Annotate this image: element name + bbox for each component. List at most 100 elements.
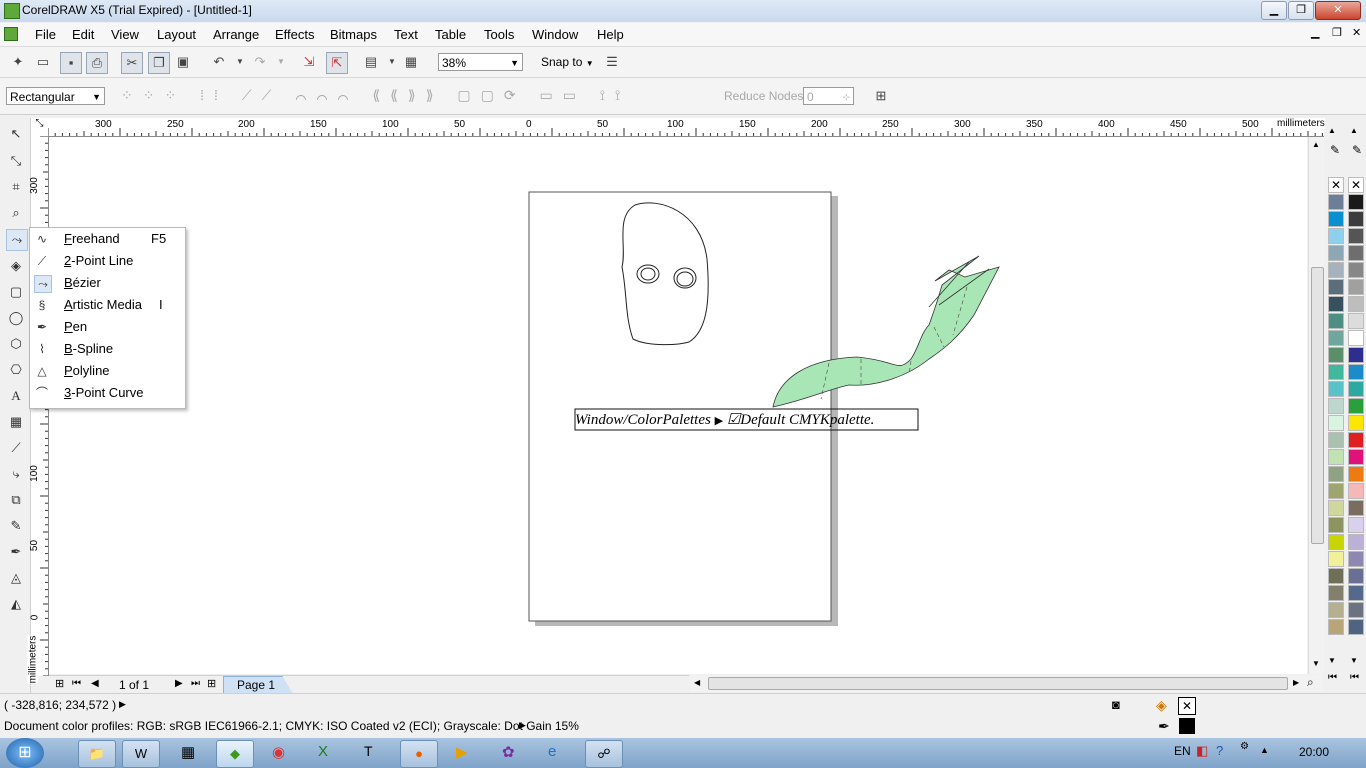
flyout-item-pen[interactable]: ✒ Pen	[30, 316, 185, 338]
color-swatch[interactable]	[1348, 347, 1364, 363]
new-document-icon[interactable]: ✦	[8, 52, 28, 72]
color-swatch[interactable]	[1348, 619, 1364, 635]
tray-options-icon[interactable]: ⚙	[1240, 741, 1249, 752]
tab-page-1[interactable]: Page 1	[223, 676, 293, 694]
options-icon[interactable]: ☰	[602, 52, 622, 72]
color-swatch[interactable]	[1328, 228, 1344, 244]
language-indicator[interactable]: EN	[1174, 744, 1191, 758]
color-swatch[interactable]	[1348, 551, 1364, 567]
basic-shapes-tool-icon[interactable]: ⎔	[6, 360, 26, 380]
export-icon[interactable]: ⇱	[326, 52, 348, 74]
interactive-fill-tool-icon[interactable]: ◭	[6, 594, 26, 614]
connector-tool-icon[interactable]: ⤷	[6, 464, 26, 484]
smart-fill-tool-icon[interactable]: ◈	[6, 256, 26, 276]
last-page-icon[interactable]: ⏭	[191, 678, 200, 689]
undo-dropdown-icon[interactable]: ▼	[230, 52, 250, 72]
taskbar-chrome-icon[interactable]: ◉	[272, 743, 285, 761]
close-button[interactable]: ✕	[1315, 1, 1361, 20]
menu-help[interactable]: Help	[597, 27, 624, 42]
color-swatch[interactable]	[1328, 279, 1344, 295]
color-swatch[interactable]	[1348, 381, 1364, 397]
previous-page-icon[interactable]: ◀	[91, 678, 99, 689]
canvas-caption[interactable]: Window/ColorPalettes ▶ ☑Default CMYKpale…	[575, 410, 874, 429]
menu-table[interactable]: Table	[435, 27, 466, 42]
coreldraw-app-icon[interactable]	[4, 3, 20, 19]
scroll-down-icon[interactable]: ▼	[1312, 659, 1320, 668]
horizontal-scrollbar[interactable]: ◀ ▶ ⌕	[690, 675, 1323, 692]
color-swatch[interactable]	[1348, 194, 1364, 210]
palette2-scroll-up-icon[interactable]: ▲	[1350, 126, 1358, 135]
print-icon[interactable]: ⎙	[86, 52, 108, 74]
color-swatch[interactable]	[1328, 619, 1344, 635]
zoom-level-combo[interactable]: 38% ▼	[438, 53, 523, 71]
ellipse-tool-icon[interactable]: ◯	[6, 308, 26, 328]
horizontal-scroll-thumb[interactable]	[708, 677, 1288, 690]
next-page-icon[interactable]: ▶	[175, 678, 183, 689]
color-swatch[interactable]	[1348, 211, 1364, 227]
flyout-item-b-spline[interactable]: ⌇ B-Spline	[30, 338, 185, 360]
ruler-origin[interactable]: ⤡	[31, 118, 48, 136]
flyout-item-artistic-media[interactable]: § Artistic Media I	[30, 294, 185, 316]
redo-icon[interactable]: ↷	[250, 52, 270, 72]
color-swatch[interactable]	[1328, 466, 1344, 482]
menu-window[interactable]: Window	[532, 27, 578, 42]
add-page-after-icon[interactable]: ⊞	[207, 677, 216, 690]
color-swatch[interactable]	[1328, 551, 1344, 567]
paste-icon[interactable]: ▣	[173, 52, 193, 72]
flyout-item-3-point-curve[interactable]: ⌒ 3-Point Curve	[30, 382, 185, 404]
undo-icon[interactable]: ↶	[209, 52, 229, 72]
color-swatch[interactable]	[1328, 500, 1344, 516]
color-swatch[interactable]	[1328, 534, 1344, 550]
no-color-swatch[interactable]: ✕	[1348, 177, 1364, 193]
zoom-magnifier-icon[interactable]: ⌕	[1307, 675, 1314, 690]
taskbar-coreldraw-icon[interactable]: ◆	[216, 740, 254, 768]
color-swatch[interactable]	[1348, 585, 1364, 601]
color-swatch[interactable]	[1328, 313, 1344, 329]
add-page-before-icon[interactable]: ⊞	[55, 677, 64, 690]
curve-tool-icon[interactable]: ⤳	[6, 229, 28, 251]
color-swatch[interactable]	[1328, 398, 1344, 414]
outline-color-swatch[interactable]	[1179, 718, 1195, 734]
palette2-scroll-down-icon[interactable]: ▼	[1350, 656, 1358, 665]
tray-expand-icon[interactable]: ▲	[1260, 745, 1269, 755]
taskbar-tex-icon[interactable]: T	[364, 743, 373, 759]
open-icon[interactable]: ▭	[33, 52, 53, 72]
menu-bitmaps[interactable]: Bitmaps	[330, 27, 377, 42]
shape-tool-icon[interactable]: ⤡	[6, 151, 26, 171]
palette-scroll-up-icon[interactable]: ▲	[1328, 126, 1336, 135]
color-swatch[interactable]	[1328, 347, 1344, 363]
expand-arrow-icon[interactable]: ▶	[119, 699, 126, 710]
crop-tool-icon[interactable]: ⌗	[6, 177, 26, 197]
color-swatch[interactable]	[1348, 500, 1364, 516]
color-swatch[interactable]	[1328, 568, 1344, 584]
taskbar-app-icon[interactable]: ✿	[502, 743, 515, 761]
menu-file[interactable]: File	[35, 27, 56, 42]
doc-restore-icon[interactable]: ❐	[1332, 26, 1342, 39]
color-swatch[interactable]	[1348, 228, 1364, 244]
menu-layout[interactable]: Layout	[157, 27, 196, 42]
color-swatch[interactable]	[1348, 602, 1364, 618]
color-swatch[interactable]	[1328, 194, 1344, 210]
fill-tool-icon[interactable]: ◬	[6, 568, 26, 588]
drawing-canvas[interactable]: Window/ColorPalettes ▶ ☑Default CMYKpale…	[49, 137, 1307, 674]
node-edit-buttons[interactable]: ⁘⁘⁘ ⁞⁞ ⟋⟋ ⌒⌒⌒ ⟪⟪⟫⟫ ▢▢⟳ ▭▭ ⟟⟟	[121, 87, 630, 104]
application-launcher-icon[interactable]: ▤	[361, 52, 381, 72]
pick-tool-icon[interactable]: ↖	[6, 124, 26, 144]
scroll-up-icon[interactable]: ▲	[1312, 140, 1320, 149]
select-all-nodes-icon[interactable]: ⊞	[871, 86, 891, 106]
doc-minimize-icon[interactable]: ▁	[1311, 26, 1319, 39]
palette-expand-icon[interactable]: ⏮	[1328, 672, 1337, 683]
color-swatch[interactable]	[1348, 568, 1364, 584]
color-swatch[interactable]	[1328, 330, 1344, 346]
launcher-dropdown-icon[interactable]: ▼	[382, 52, 402, 72]
doc-close-icon[interactable]: ✕	[1352, 26, 1361, 39]
color-swatch[interactable]	[1328, 483, 1344, 499]
welcome-screen-icon[interactable]: ▦	[401, 52, 421, 72]
no-color-swatch[interactable]: ✕	[1328, 177, 1344, 193]
color-swatch[interactable]	[1348, 279, 1364, 295]
color-swatch[interactable]	[1348, 534, 1364, 550]
copy-icon[interactable]: ❐	[148, 52, 170, 74]
rectangle-tool-icon[interactable]: ▢	[6, 282, 26, 302]
color-swatch[interactable]	[1328, 296, 1344, 312]
taskbar-network-icon[interactable]: ☍	[585, 740, 623, 768]
